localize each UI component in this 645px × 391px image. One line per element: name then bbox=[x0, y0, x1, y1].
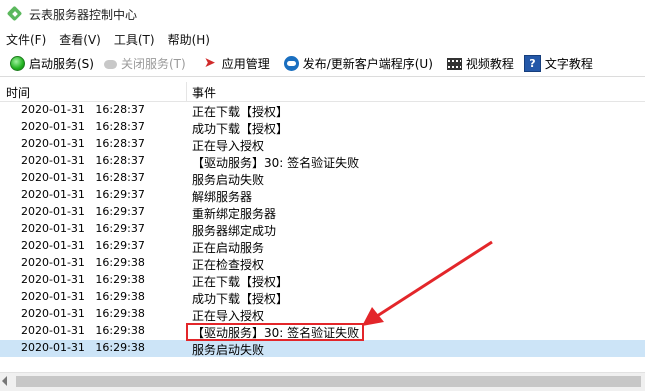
log-time: 2020-01-31 16:29:38 bbox=[21, 273, 145, 286]
log-time: 2020-01-31 16:29:37 bbox=[21, 205, 145, 218]
text-tutorial-label: 文字教程 bbox=[544, 56, 593, 71]
log-row[interactable]: 2020-01-31 16:28:37 正在下载【授权】 bbox=[0, 102, 645, 119]
log-row[interactable]: 2020-01-31 16:29:38 正在导入授权 bbox=[0, 306, 645, 323]
video-tutorial-label: 视频教程 bbox=[465, 56, 514, 71]
log-event: 服务器绑定成功 bbox=[192, 224, 277, 238]
log-row-selected[interactable]: 2020-01-31 16:29:38 服务启动失败 bbox=[0, 340, 645, 357]
log-time: 2020-01-31 16:29:38 bbox=[21, 324, 145, 337]
log-event: 解绑服务器 bbox=[192, 190, 253, 204]
log-list: 2020-01-31 16:28:37 正在下载【授权】 2020-01-31 1… bbox=[0, 102, 645, 357]
log-row[interactable]: 2020-01-31 16:29:38 成功下载【授权】 bbox=[0, 289, 645, 306]
menu-bar: 文件(F) 查看(V) 工具(T) 帮助(H) bbox=[0, 29, 645, 49]
start-service-label: 启动服务(S) bbox=[29, 56, 94, 71]
log-time: 2020-01-31 16:29:37 bbox=[21, 188, 145, 201]
stop-service-label: 关闭服务(T) bbox=[120, 56, 186, 71]
log-event: 正在检查授权 bbox=[192, 258, 265, 272]
log-row[interactable]: 2020-01-31 16:28:37 成功下载【授权】 bbox=[0, 119, 645, 136]
log-event: 服务启动失败 bbox=[192, 173, 265, 187]
menu-help[interactable]: 帮助(H) bbox=[162, 31, 217, 48]
gray-light-icon bbox=[103, 59, 117, 69]
rocket-icon: ➤ bbox=[203, 55, 216, 71]
log-row[interactable]: 2020-01-31 16:29:37 服务器绑定成功 bbox=[0, 221, 645, 238]
log-event: 正在导入授权 bbox=[192, 309, 265, 323]
log-time: 2020-01-31 16:28:37 bbox=[21, 154, 145, 167]
log-row[interactable]: 2020-01-31 16:28:37 正在导入授权 bbox=[0, 136, 645, 153]
log-time: 2020-01-31 16:29:37 bbox=[21, 222, 145, 235]
log-row[interactable]: 2020-01-31 16:28:37 服务启动失败 bbox=[0, 170, 645, 187]
help-book-icon: ? bbox=[523, 54, 541, 72]
green-light-icon bbox=[10, 55, 25, 71]
log-event: 【驱动服务】30: 签名验证失败 bbox=[192, 156, 360, 170]
log-event: 正在下载【授权】 bbox=[192, 275, 289, 289]
window-title: 云表服务器控制中心 bbox=[29, 7, 138, 22]
log-event: 正在下载【授权】 bbox=[192, 105, 289, 119]
log-event: 服务启动失败 bbox=[192, 343, 265, 357]
log-time: 2020-01-31 16:28:37 bbox=[21, 171, 145, 184]
cloud-upload-icon bbox=[283, 55, 299, 71]
menu-view[interactable]: 查看(V) bbox=[53, 31, 108, 48]
toolbar: 启动服务(S) 关闭服务(T) ➤ 应用管理 发布/更新客户端程序(U) 视频教… bbox=[0, 50, 645, 77]
text-tutorial-button[interactable]: ? 文字教程 bbox=[520, 52, 597, 74]
horizontal-scrollbar[interactable] bbox=[0, 372, 645, 391]
video-tutorial-button[interactable]: 视频教程 bbox=[443, 52, 518, 74]
log-row[interactable]: 2020-01-31 16:29:37 解绑服务器 bbox=[0, 187, 645, 204]
menu-tools[interactable]: 工具(T) bbox=[108, 31, 162, 48]
start-service-button[interactable]: 启动服务(S) bbox=[6, 52, 98, 74]
publish-update-button[interactable]: 发布/更新客户端程序(U) bbox=[280, 52, 437, 74]
log-row[interactable]: 2020-01-31 16:29:37 正在启动服务 bbox=[0, 238, 645, 255]
title-bar: 云表服务器控制中心 bbox=[0, 0, 645, 28]
scroll-left-arrow-icon[interactable] bbox=[2, 376, 7, 386]
log-event: 正在导入授权 bbox=[192, 139, 265, 153]
log-time: 2020-01-31 16:28:37 bbox=[21, 137, 145, 150]
log-event: 成功下载【授权】 bbox=[192, 122, 289, 136]
error-highlight-box bbox=[186, 323, 364, 341]
log-row[interactable]: 2020-01-31 16:29:37 重新绑定服务器 bbox=[0, 204, 645, 221]
log-row[interactable]: 2020-01-31 16:29:38 正在下载【授权】 bbox=[0, 272, 645, 289]
column-header-event[interactable]: 事件 bbox=[192, 84, 216, 101]
publish-update-label: 发布/更新客户端程序(U) bbox=[302, 56, 433, 71]
column-header-time[interactable]: 时间 bbox=[6, 84, 30, 101]
column-divider[interactable] bbox=[186, 82, 187, 101]
log-event: 成功下载【授权】 bbox=[192, 292, 289, 306]
log-event: 正在启动服务 bbox=[192, 241, 265, 255]
log-row[interactable]: 2020-01-31 16:28:37 【驱动服务】30: 签名验证失败 bbox=[0, 153, 645, 170]
clapperboard-icon bbox=[446, 58, 462, 70]
log-time: 2020-01-31 16:29:38 bbox=[21, 290, 145, 303]
log-time: 2020-01-31 16:28:37 bbox=[21, 103, 145, 116]
log-row[interactable]: 2020-01-31 16:29:38 正在检查授权 bbox=[0, 255, 645, 272]
app-management-button[interactable]: ➤ 应用管理 bbox=[198, 52, 274, 74]
log-event: 重新绑定服务器 bbox=[192, 207, 277, 221]
menu-file[interactable]: 文件(F) bbox=[0, 31, 53, 48]
log-time: 2020-01-31 16:29:38 bbox=[21, 341, 145, 354]
scroll-thumb[interactable] bbox=[16, 376, 641, 387]
log-list-header: 时间 事件 bbox=[0, 82, 645, 102]
app-logo-icon bbox=[6, 5, 23, 22]
log-time: 2020-01-31 16:28:37 bbox=[21, 120, 145, 133]
log-time: 2020-01-31 16:29:37 bbox=[21, 239, 145, 252]
app-management-label: 应用管理 bbox=[221, 56, 270, 71]
log-time: 2020-01-31 16:29:38 bbox=[21, 256, 145, 269]
log-time: 2020-01-31 16:29:38 bbox=[21, 307, 145, 320]
stop-service-button[interactable]: 关闭服务(T) bbox=[100, 52, 190, 74]
